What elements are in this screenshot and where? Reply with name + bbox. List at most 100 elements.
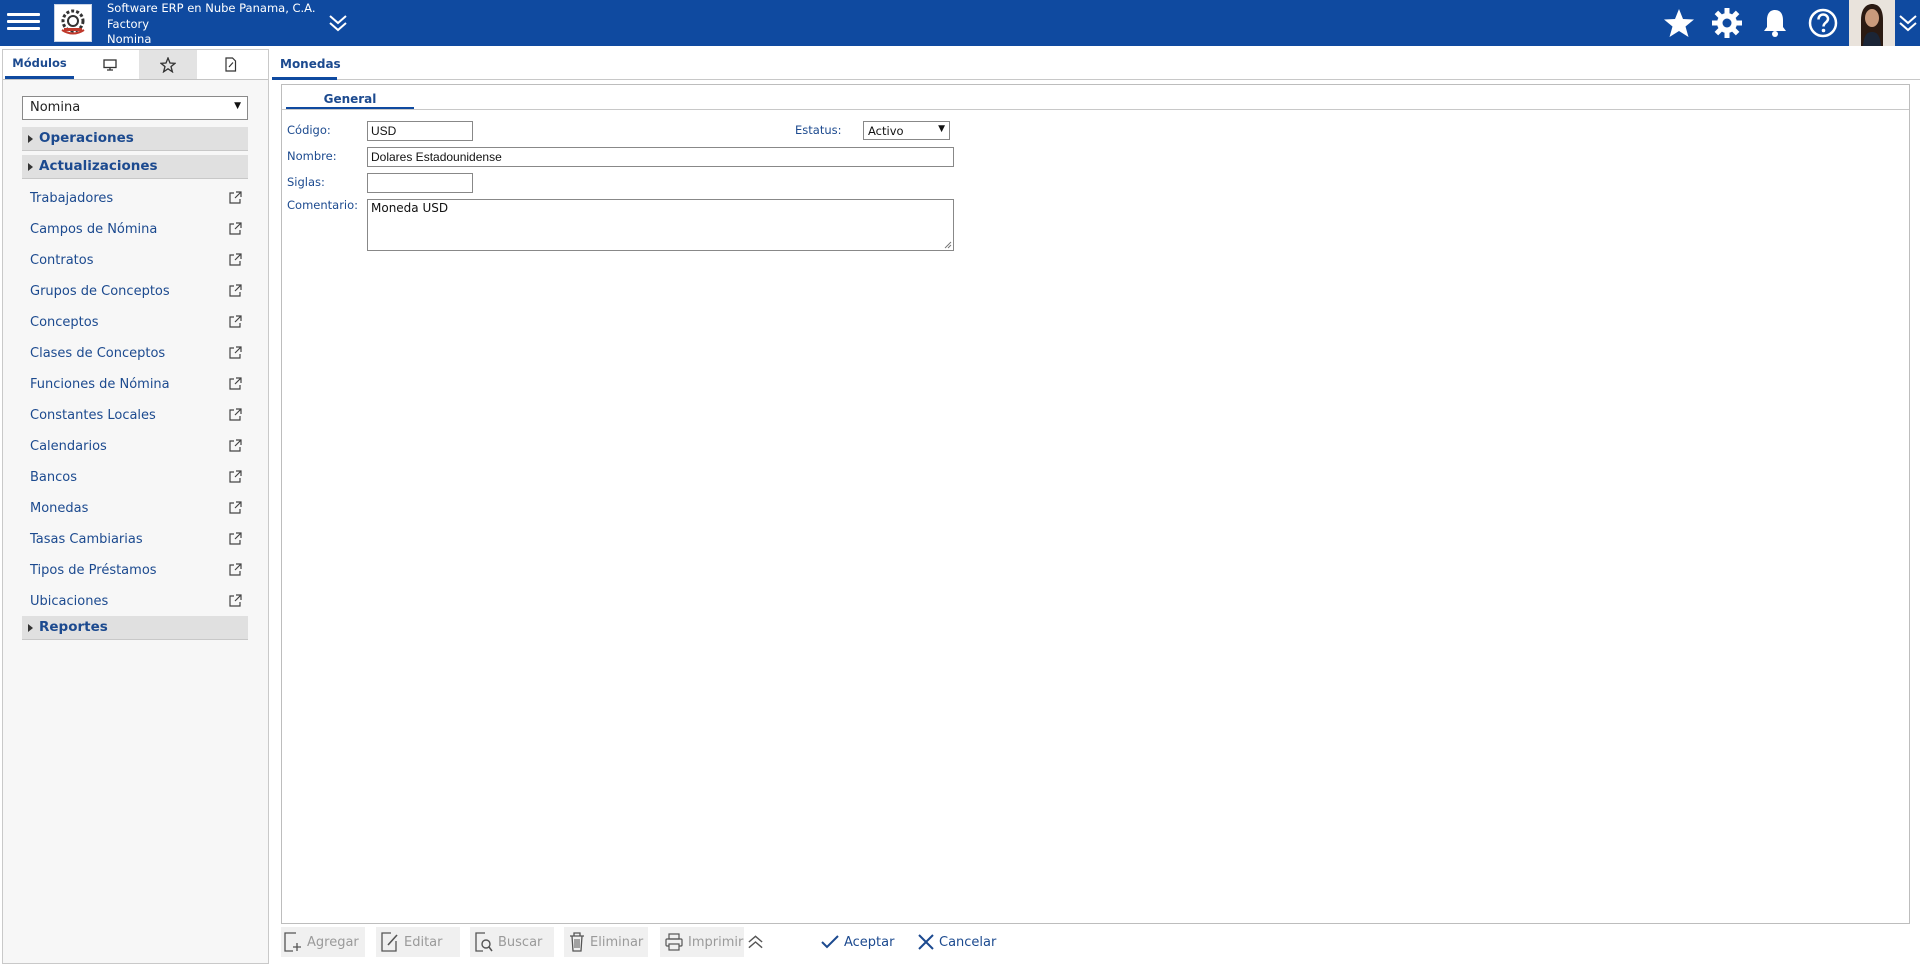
external-link-icon[interactable] bbox=[229, 594, 242, 607]
sidebar-item-label: Ubicaciones bbox=[30, 593, 109, 609]
external-link-icon[interactable] bbox=[229, 470, 242, 483]
sidebar-item[interactable]: Monedas bbox=[22, 496, 248, 520]
help-question-icon[interactable] bbox=[1807, 7, 1839, 39]
sidebar-item[interactable]: Constantes Locales bbox=[22, 403, 248, 427]
buscar-button[interactable]: Buscar bbox=[470, 927, 554, 957]
sidebar-item[interactable]: Funciones de Nómina bbox=[22, 372, 248, 396]
sidebar-item-label: Constantes Locales bbox=[30, 407, 156, 423]
sidebar-item[interactable]: Conceptos bbox=[22, 310, 248, 334]
sidebar-item-label: Funciones de Nómina bbox=[30, 376, 170, 392]
bottom-toolbar: Agregar Editar Buscar Eliminar Imprimir … bbox=[272, 925, 1920, 964]
settings-gear-icon[interactable] bbox=[1711, 7, 1743, 39]
comentario-label: Comentario: bbox=[287, 198, 359, 212]
tab-monedas[interactable]: Monedas bbox=[272, 49, 341, 80]
imprimir-button[interactable]: Imprimir bbox=[660, 927, 744, 957]
tab-modulos[interactable]: Módulos bbox=[5, 50, 74, 79]
user-menu-chevron-icon[interactable] bbox=[1897, 11, 1919, 35]
edit-document-icon bbox=[381, 932, 398, 952]
module-select-value: Nomina bbox=[30, 100, 81, 115]
company-branch: Factory bbox=[107, 16, 150, 31]
aceptar-button[interactable]: Aceptar bbox=[821, 927, 897, 957]
sidebar-item-label: Contratos bbox=[30, 252, 94, 268]
sidebar-item[interactable]: Campos de Nómina bbox=[22, 217, 248, 241]
external-link-icon[interactable] bbox=[229, 284, 242, 297]
nombre-input[interactable] bbox=[367, 147, 954, 167]
codigo-input[interactable] bbox=[367, 121, 473, 141]
sidebar-item[interactable]: Grupos de Conceptos bbox=[22, 279, 248, 303]
sidebar-panel: Módulos Nomina ▼ Operaciones Actualizaci… bbox=[2, 49, 269, 964]
sidebar-item[interactable]: Bancos bbox=[22, 465, 248, 489]
external-link-icon[interactable] bbox=[229, 532, 242, 545]
sidebar-item[interactable]: Tasas Cambiarias bbox=[22, 527, 248, 551]
hamburger-menu-icon[interactable] bbox=[7, 9, 40, 37]
top-header-bar: Software ERP en Nube Panama, C.A. Factor… bbox=[0, 0, 1920, 46]
user-avatar[interactable] bbox=[1849, 0, 1895, 46]
sidebar-item[interactable]: Trabajadores bbox=[22, 186, 248, 210]
buscar-label: Buscar bbox=[498, 934, 543, 950]
siglas-input[interactable] bbox=[367, 173, 473, 193]
section-actualizaciones[interactable]: Actualizaciones bbox=[22, 155, 248, 179]
document-icon bbox=[224, 57, 236, 72]
sidebar-item-label: Tasas Cambiarias bbox=[30, 531, 143, 547]
form-panel: General Código: Estatus: Activo ▼ Nombre… bbox=[281, 84, 1910, 924]
external-link-icon[interactable] bbox=[229, 222, 242, 235]
search-document-icon bbox=[475, 932, 493, 952]
current-module: Nomina bbox=[107, 32, 152, 46]
favorites-star-icon[interactable] bbox=[1663, 7, 1695, 39]
external-link-icon[interactable] bbox=[229, 408, 242, 421]
cancelar-button[interactable]: Cancelar bbox=[918, 927, 998, 957]
section-actualizaciones-label: Actualizaciones bbox=[39, 158, 158, 174]
collapse-toolbar-icon[interactable] bbox=[747, 927, 769, 957]
section-reportes[interactable]: Reportes bbox=[22, 616, 248, 640]
tab-favorites[interactable] bbox=[139, 50, 197, 79]
module-select[interactable]: Nomina ▼ bbox=[22, 96, 248, 120]
external-link-icon[interactable] bbox=[229, 563, 242, 576]
sidebar-item[interactable]: Clases de Conceptos bbox=[22, 341, 248, 365]
notifications-bell-icon[interactable] bbox=[1759, 7, 1791, 39]
comentario-textarea[interactable]: Moneda USD bbox=[367, 199, 954, 251]
checkmark-icon bbox=[821, 935, 839, 949]
section-reportes-label: Reportes bbox=[39, 619, 108, 635]
sidebar-item-label: Clases de Conceptos bbox=[30, 345, 166, 361]
external-link-icon[interactable] bbox=[229, 439, 242, 452]
external-link-icon[interactable] bbox=[229, 191, 242, 204]
printer-icon bbox=[665, 933, 683, 951]
estatus-select-value: Activo bbox=[868, 124, 904, 138]
sidebar-item[interactable]: Ubicaciones bbox=[22, 589, 248, 613]
external-link-icon[interactable] bbox=[229, 377, 242, 390]
section-operaciones-label: Operaciones bbox=[39, 130, 134, 146]
expand-triangle-icon bbox=[28, 624, 33, 632]
sidebar-item[interactable]: Calendarios bbox=[22, 434, 248, 458]
star-icon bbox=[160, 56, 176, 73]
add-document-icon bbox=[284, 932, 301, 952]
external-link-icon[interactable] bbox=[229, 501, 242, 514]
external-link-icon[interactable] bbox=[229, 253, 242, 266]
eliminar-button[interactable]: Eliminar bbox=[564, 927, 648, 957]
tab-documents[interactable] bbox=[201, 50, 259, 79]
monitor-icon bbox=[103, 58, 117, 71]
company-info: Software ERP en Nube Panama, C.A. Factor… bbox=[107, 1, 316, 48]
sidebar-item[interactable]: Tipos de Préstamos bbox=[22, 558, 248, 582]
sidebar-item-label: Tipos de Préstamos bbox=[30, 562, 157, 578]
section-operaciones[interactable]: Operaciones bbox=[22, 127, 248, 151]
expand-triangle-icon bbox=[28, 163, 33, 171]
editar-button[interactable]: Editar bbox=[376, 927, 460, 957]
expand-triangle-icon bbox=[28, 135, 33, 143]
company-name: Software ERP en Nube Panama, C.A. bbox=[107, 1, 316, 15]
resize-handle-icon[interactable] bbox=[944, 241, 952, 249]
agregar-button[interactable]: Agregar bbox=[281, 927, 365, 957]
tab-monitor[interactable] bbox=[85, 50, 135, 79]
external-link-icon[interactable] bbox=[229, 346, 242, 359]
imprimir-label: Imprimir bbox=[688, 934, 744, 950]
external-link-icon[interactable] bbox=[229, 315, 242, 328]
sidebar-item[interactable]: Contratos bbox=[22, 248, 248, 272]
nombre-label: Nombre: bbox=[287, 149, 337, 163]
estatus-select[interactable]: Activo ▼ bbox=[863, 121, 950, 140]
tab-general[interactable]: General bbox=[286, 88, 414, 110]
sidebar-item-label: Monedas bbox=[30, 500, 89, 516]
dropdown-arrow-icon: ▼ bbox=[938, 124, 945, 134]
company-logo bbox=[54, 4, 92, 42]
dropdown-arrow-icon: ▼ bbox=[234, 101, 241, 111]
expand-header-chevron-icon[interactable] bbox=[326, 11, 350, 35]
agregar-label: Agregar bbox=[307, 934, 359, 950]
